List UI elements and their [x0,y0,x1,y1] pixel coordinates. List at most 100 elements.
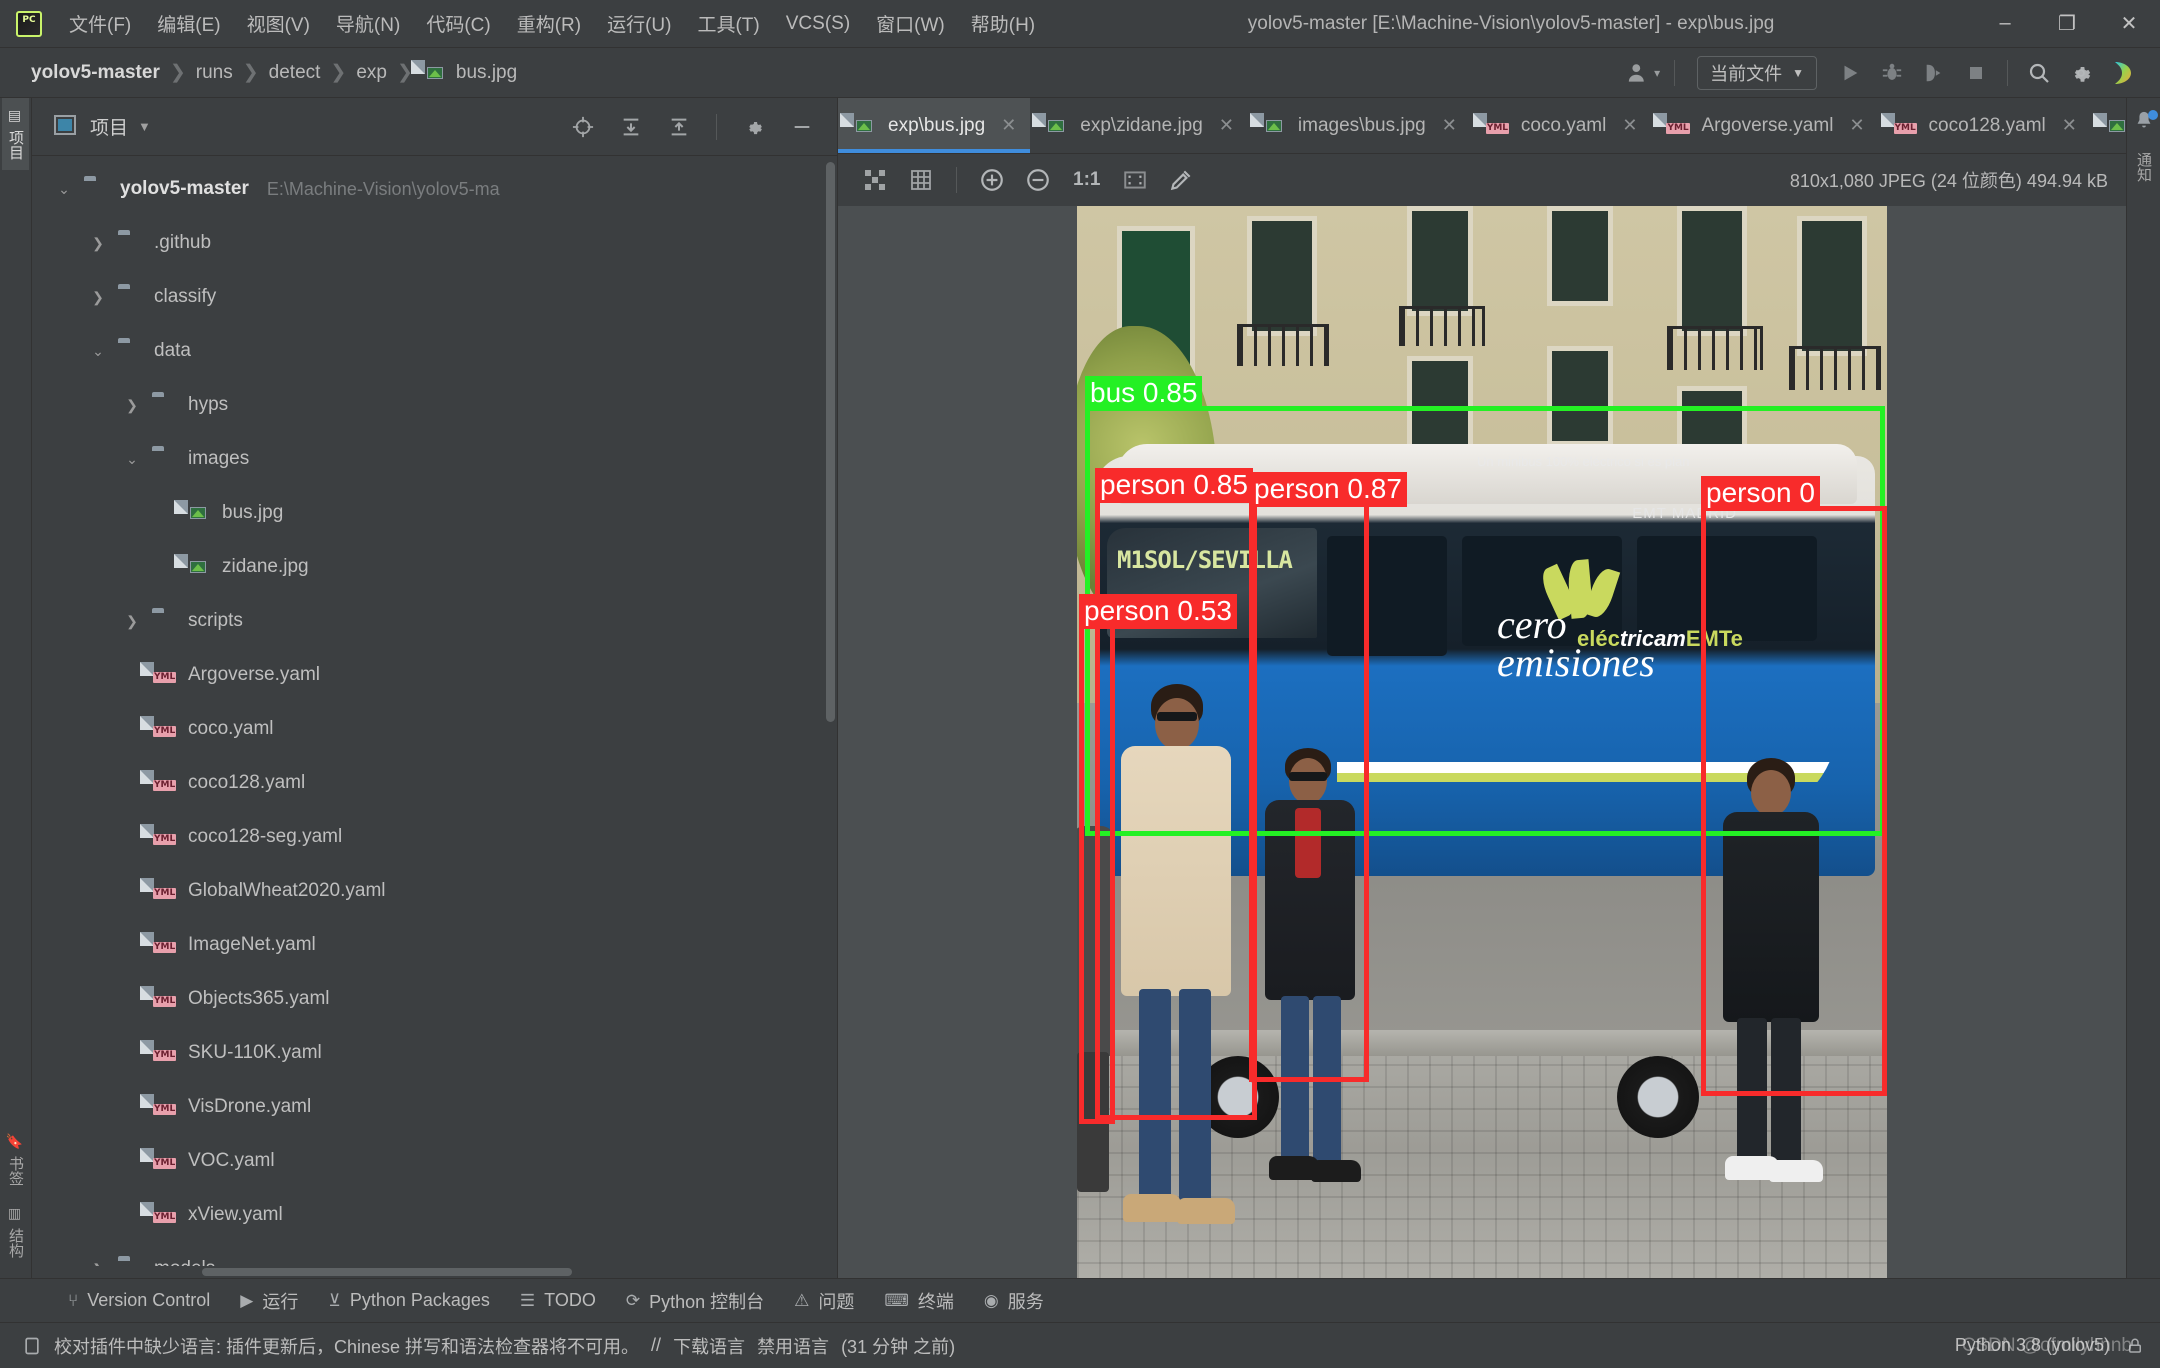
breadcrumb-item-runs[interactable]: runs [189,59,240,87]
toggle-grid-icon[interactable] [902,161,940,199]
chevron-right-icon[interactable]: ❯ [88,289,108,306]
tree-item[interactable]: YML xView.yaml [32,1188,837,1242]
tree-item[interactable]: zidane.jpg [32,540,837,594]
menu-item-refactor[interactable]: 重构(R) [504,4,594,43]
bottom-tool-terminal[interactable]: ⌨ 终端 [872,1283,966,1319]
tab-close-icon[interactable]: ✕ [2062,115,2077,136]
tree-item[interactable]: YML Argoverse.yaml [32,648,837,702]
tool-window-notifications[interactable]: 通知 [2130,142,2157,192]
tree-vertical-scrollbar[interactable] [826,162,835,722]
tree-item[interactable]: YML coco128-seg.yaml [32,810,837,864]
tree-item[interactable]: ❯ hyps [32,378,837,432]
tab-close-icon[interactable]: ✕ [1622,115,1637,136]
ai-assistant-icon[interactable] [2104,54,2142,92]
menu-item-edit[interactable]: 编辑(E) [144,4,233,43]
editor-tab-active[interactable]: exp\bus.jpg ✕ [838,98,1031,153]
expand-all-icon[interactable] [612,108,650,146]
editor-tab[interactable]: images\bus.jpg ✕ [1248,98,1471,153]
editor-tab[interactable]: YML Argoverse.yaml ✕ [1651,98,1878,153]
minimize-button[interactable]: – [1974,0,2036,48]
hide-panel-icon[interactable] [783,108,821,146]
editor-tab[interactable]: image [2091,98,2126,153]
tree-item[interactable]: ⌄ yolov5-master E:\Machine-Vision\yolov5-m… [32,162,837,216]
search-icon[interactable] [2020,54,2058,92]
chevron-down-icon[interactable]: ▼ [138,119,151,134]
tab-close-icon[interactable]: ✕ [1001,115,1016,136]
menu-item-file[interactable]: 文件(F) [56,4,144,43]
tree-item[interactable]: ❯ .github [32,216,837,270]
tree-item[interactable]: bus.jpg [32,486,837,540]
debug-button[interactable] [1873,54,1911,92]
tree-item[interactable]: ⌄ images [32,432,837,486]
close-button[interactable]: ✕ [2098,0,2160,48]
tree-item[interactable]: ❯ scripts [32,594,837,648]
zoom-out-icon[interactable] [1019,161,1057,199]
menu-item-tools[interactable]: 工具(T) [684,4,772,43]
project-file-tree[interactable]: ⌄ yolov5-master E:\Machine-Vision\yolov5-m… [32,156,837,1266]
select-opened-file-icon[interactable] [564,108,602,146]
run-with-coverage-button[interactable] [1915,54,1953,92]
zoom-actual-size-button[interactable]: 1:1 [1065,161,1108,199]
editor-tab[interactable]: YML coco128.yaml ✕ [1879,98,2091,153]
status-link-download-language[interactable]: 下载语言 [673,1333,745,1359]
editor-tab[interactable]: YML coco.yaml ✕ [1471,98,1652,153]
tree-item[interactable]: YML coco.yaml [32,702,837,756]
chevron-right-icon[interactable]: ❯ [122,613,142,630]
tree-item[interactable]: YML ImageNet.yaml [32,918,837,972]
menu-item-vcs[interactable]: VCS(S) [773,7,863,41]
bottom-tool-services[interactable]: ◉ 服务 [972,1283,1056,1319]
bottom-tool-list[interactable]: ☰ TODO [508,1285,608,1316]
tool-window-bookmarks[interactable]: 🔖 书签 [2,1123,29,1196]
editor-tab[interactable]: exp\zidane.jpg ✕ [1030,98,1248,153]
maximize-button[interactable]: ❐ [2036,0,2098,48]
image-canvas[interactable]: M1SOL/SEVILLA EMT MADRID Un minibus 100%… [838,206,2126,1278]
menu-item-navigate[interactable]: 导航(N) [323,4,413,43]
color-picker-icon[interactable] [1162,161,1200,199]
menu-item-window[interactable]: 窗口(W) [863,4,958,43]
breadcrumb-item-exp[interactable]: exp [349,59,394,87]
account-icon[interactable]: ▾ [1624,54,1662,92]
collapse-all-icon[interactable] [660,108,698,146]
breadcrumb-item-file[interactable]: bus.jpg [416,57,524,89]
tree-item[interactable]: YML VOC.yaml [32,1134,837,1188]
chevron-down-icon[interactable]: ⌄ [54,181,74,198]
panel-settings-gear-icon[interactable] [735,108,773,146]
chevron-down-icon[interactable]: ⌄ [88,343,108,360]
run-button[interactable] [1831,54,1869,92]
menu-item-help[interactable]: 帮助(H) [958,4,1048,43]
menu-item-view[interactable]: 视图(V) [234,4,323,43]
tree-item[interactable]: YML SKU-110K.yaml [32,1026,837,1080]
tree-horizontal-scrollbar[interactable] [32,1266,837,1278]
bottom-tool-console[interactable]: ⟳ Python 控制台 [614,1283,776,1319]
menu-item-run[interactable]: 运行(U) [594,4,684,43]
tree-item[interactable]: YML GlobalWheat2020.yaml [32,864,837,918]
fit-to-window-icon[interactable] [1116,161,1154,199]
chevron-right-icon[interactable]: ❯ [88,235,108,252]
tab-close-icon[interactable]: ✕ [1442,115,1457,136]
zoom-in-icon[interactable] [973,161,1011,199]
tool-window-project[interactable]: ▤ 项目 [2,98,29,170]
chevron-right-icon[interactable]: ❯ [122,397,142,414]
tab-close-icon[interactable]: ✕ [1219,115,1234,136]
run-configuration-selector[interactable]: 当前文件 ▼ [1697,55,1817,90]
notifications-bell-icon[interactable] [2133,110,2158,132]
gear-icon[interactable] [2062,54,2100,92]
python-interpreter-selector[interactable]: Python 3.8 (yolov5) [1955,1335,2110,1356]
chevron-down-icon[interactable]: ⌄ [122,451,142,468]
status-link-disable-language[interactable]: 禁用语言 [757,1333,829,1359]
tree-item[interactable]: YML VisDrone.yaml [32,1080,837,1134]
bottom-tool-problems[interactable]: ⚠ 问题 [782,1283,866,1319]
tree-item[interactable]: YML Objects365.yaml [32,972,837,1026]
stop-button[interactable] [1957,54,1995,92]
tree-item[interactable]: ⌄ data [32,324,837,378]
toggle-transparency-icon[interactable] [856,161,894,199]
bottom-tool-branch[interactable]: ⑂ Version Control [56,1285,222,1316]
tool-window-structure[interactable]: ▥ 结构 [2,1196,29,1268]
bottom-tool-play[interactable]: ▶ 运行 [228,1283,310,1319]
tab-close-icon[interactable]: ✕ [1849,115,1864,136]
breadcrumb-item-project[interactable]: yolov5-master [24,59,167,87]
tree-item[interactable]: ❯ classify [32,270,837,324]
lock-icon[interactable] [2126,1337,2144,1355]
breadcrumb-item-detect[interactable]: detect [262,59,328,87]
tree-item[interactable]: YML coco128.yaml [32,756,837,810]
